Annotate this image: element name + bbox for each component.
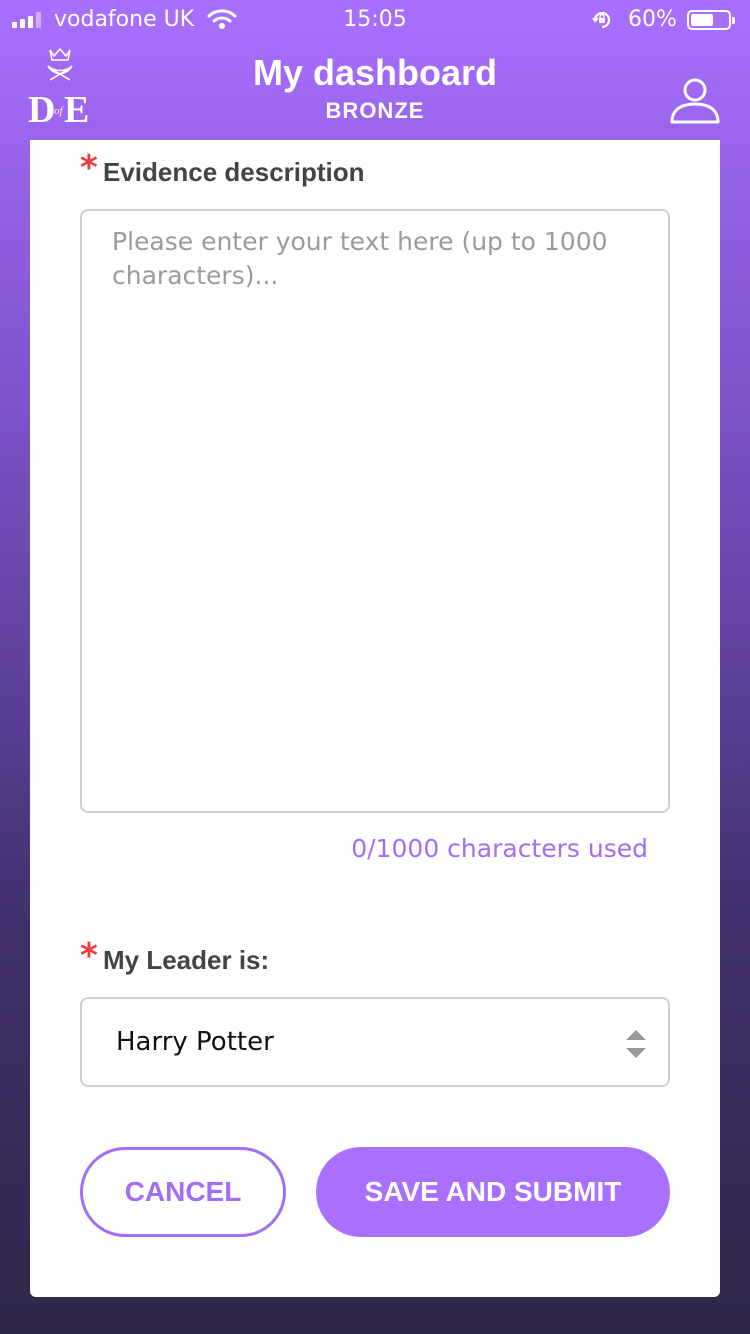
app-header: D of E My dashboard BRONZE [0,40,750,140]
page-title: My dashboard [252,52,498,93]
character-counter: 0/1000 characters used [351,834,648,863]
evidence-description-label: Evidence description [103,157,365,187]
award-level: BRONZE [325,98,425,123]
select-stepper-icon [626,1030,646,1058]
battery-percent: 60% [628,7,677,32]
evidence-description-input[interactable] [80,209,670,813]
cancel-button[interactable]: CANCEL [80,1147,286,1237]
battery-icon [687,10,735,30]
leader-select[interactable]: Harry Potter [80,997,670,1087]
status-bar: vodafone UK 15:05 60% [0,0,750,40]
user-profile-icon[interactable] [668,76,722,126]
rotation-lock-icon [592,11,611,29]
required-marker: * [80,936,98,976]
save-and-submit-button[interactable]: SAVE AND SUBMIT [316,1147,670,1237]
leader-label: My Leader is: [103,945,270,975]
evidence-form-card: * Evidence description 0/1000 characters… [30,140,720,1297]
required-marker: * [80,148,98,188]
leader-selected-value: Harry Potter [116,1027,274,1057]
